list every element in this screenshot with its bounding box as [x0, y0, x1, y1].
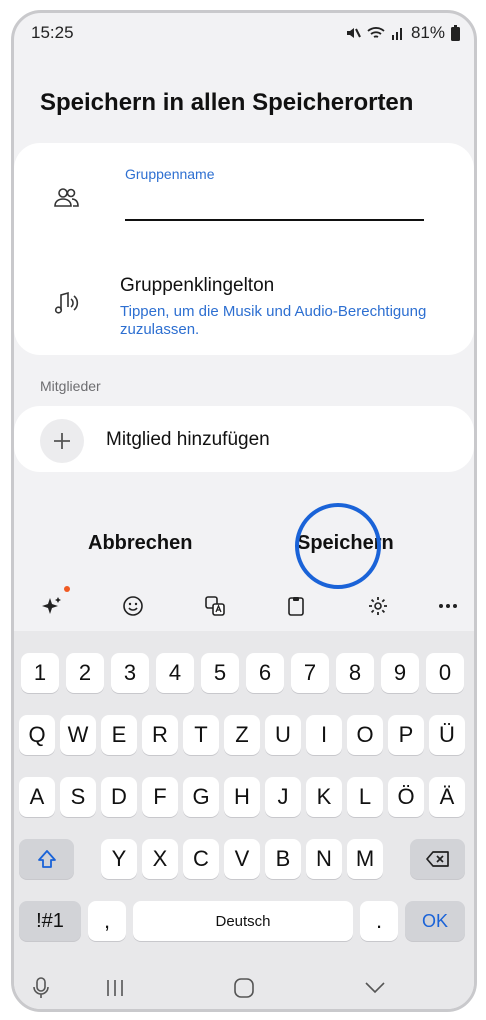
key-5[interactable]: 5 — [201, 653, 239, 693]
key-l[interactable]: L — [347, 777, 383, 817]
key-y[interactable]: Y — [101, 839, 137, 879]
key-oe[interactable]: Ö — [388, 777, 424, 817]
backspace-icon — [425, 851, 449, 867]
key-s[interactable]: S — [60, 777, 96, 817]
key-v[interactable]: V — [224, 839, 260, 879]
key-9[interactable]: 9 — [381, 653, 419, 693]
backspace-key[interactable] — [410, 839, 465, 879]
add-member-label: Mitglied hinzufügen — [106, 429, 270, 450]
key-g[interactable]: G — [183, 777, 219, 817]
group-name-label: Gruppenname — [125, 166, 215, 182]
battery-icon — [451, 25, 460, 41]
add-member-button[interactable] — [40, 419, 84, 463]
key-i[interactable]: I — [306, 715, 342, 755]
symbols-key[interactable]: !#1 — [19, 901, 81, 941]
navigation-bar — [14, 963, 474, 1009]
wifi-icon — [367, 27, 385, 38]
group-icon — [51, 183, 81, 213]
key-k[interactable]: K — [306, 777, 342, 817]
plus-icon — [54, 433, 70, 449]
key-u[interactable]: U — [265, 715, 301, 755]
battery-percent: 81% — [410, 23, 445, 42]
signal-icon — [391, 28, 402, 40]
ai-sparkle-icon[interactable] — [32, 586, 72, 626]
key-m[interactable]: M — [347, 839, 383, 879]
space-key[interactable]: Deutsch — [133, 901, 353, 941]
key-d[interactable]: D — [101, 777, 137, 817]
settings-icon[interactable] — [358, 586, 398, 626]
key-3[interactable]: 3 — [111, 653, 149, 693]
clipboard-icon[interactable] — [276, 586, 316, 626]
key-0[interactable]: 0 — [426, 653, 464, 693]
comma-key[interactable]: , — [88, 901, 126, 941]
key-q[interactable]: Q — [19, 715, 55, 755]
ringtone-description: Tippen, um die Musik und Audio-Berechtig… — [120, 303, 427, 338]
key-4[interactable]: 4 — [156, 653, 194, 693]
key-j[interactable]: J — [265, 777, 301, 817]
home-icon[interactable] — [229, 973, 259, 1003]
page-title: Speichern in allen Speicherorten — [40, 89, 414, 116]
key-1[interactable]: 1 — [21, 653, 59, 693]
key-t[interactable]: T — [183, 715, 219, 755]
key-o[interactable]: O — [347, 715, 383, 755]
key-e[interactable]: E — [101, 715, 137, 755]
mic-icon[interactable] — [26, 973, 56, 1003]
translate-icon[interactable] — [195, 586, 235, 626]
cancel-button[interactable]: Abbrechen — [88, 532, 192, 555]
key-p[interactable]: P — [388, 715, 424, 755]
key-ae[interactable]: Ä — [429, 777, 465, 817]
more-icon[interactable] — [428, 586, 468, 626]
key-r[interactable]: R — [142, 715, 178, 755]
group-name-input[interactable] — [125, 185, 424, 219]
ringtone-title: Gruppenklingelton — [120, 275, 275, 296]
keyboard-toolbar — [14, 581, 474, 631]
key-w[interactable]: W — [60, 715, 96, 755]
key-c[interactable]: C — [183, 839, 219, 879]
key-h[interactable]: H — [224, 777, 260, 817]
emoji-icon[interactable] — [113, 586, 153, 626]
mute-icon — [346, 28, 361, 38]
key-z[interactable]: Z — [224, 715, 260, 755]
phone-screen: 15:25 81% Speichern in allen Speicherort… — [11, 10, 477, 1012]
notification-dot — [64, 586, 70, 592]
key-f[interactable]: F — [142, 777, 178, 817]
key-x[interactable]: X — [142, 839, 178, 879]
key-n[interactable]: N — [306, 839, 342, 879]
key-2[interactable]: 2 — [66, 653, 104, 693]
ok-key[interactable]: OK — [405, 901, 465, 941]
period-key[interactable]: . — [360, 901, 398, 941]
ringtone-icon — [51, 288, 81, 318]
key-ue[interactable]: Ü — [429, 715, 465, 755]
key-8[interactable]: 8 — [336, 653, 374, 693]
key-b[interactable]: B — [265, 839, 301, 879]
status-time: 15:25 — [31, 23, 74, 42]
key-a[interactable]: A — [19, 777, 55, 817]
recents-icon[interactable] — [100, 973, 130, 1003]
group-name-underline — [125, 219, 424, 221]
status-bar: 15:25 81% — [14, 13, 474, 53]
shift-key[interactable] — [19, 839, 74, 879]
keyboard: 1 2 3 4 5 6 7 8 9 0 Q W E R T Z U I O P … — [14, 631, 474, 971]
key-6[interactable]: 6 — [246, 653, 284, 693]
members-section-label: Mitglieder — [40, 378, 101, 394]
back-icon[interactable] — [360, 973, 390, 1003]
tap-highlight-ring — [295, 503, 381, 589]
shift-icon — [37, 850, 56, 868]
key-7[interactable]: 7 — [291, 653, 329, 693]
status-icons: 81% — [345, 23, 460, 43]
